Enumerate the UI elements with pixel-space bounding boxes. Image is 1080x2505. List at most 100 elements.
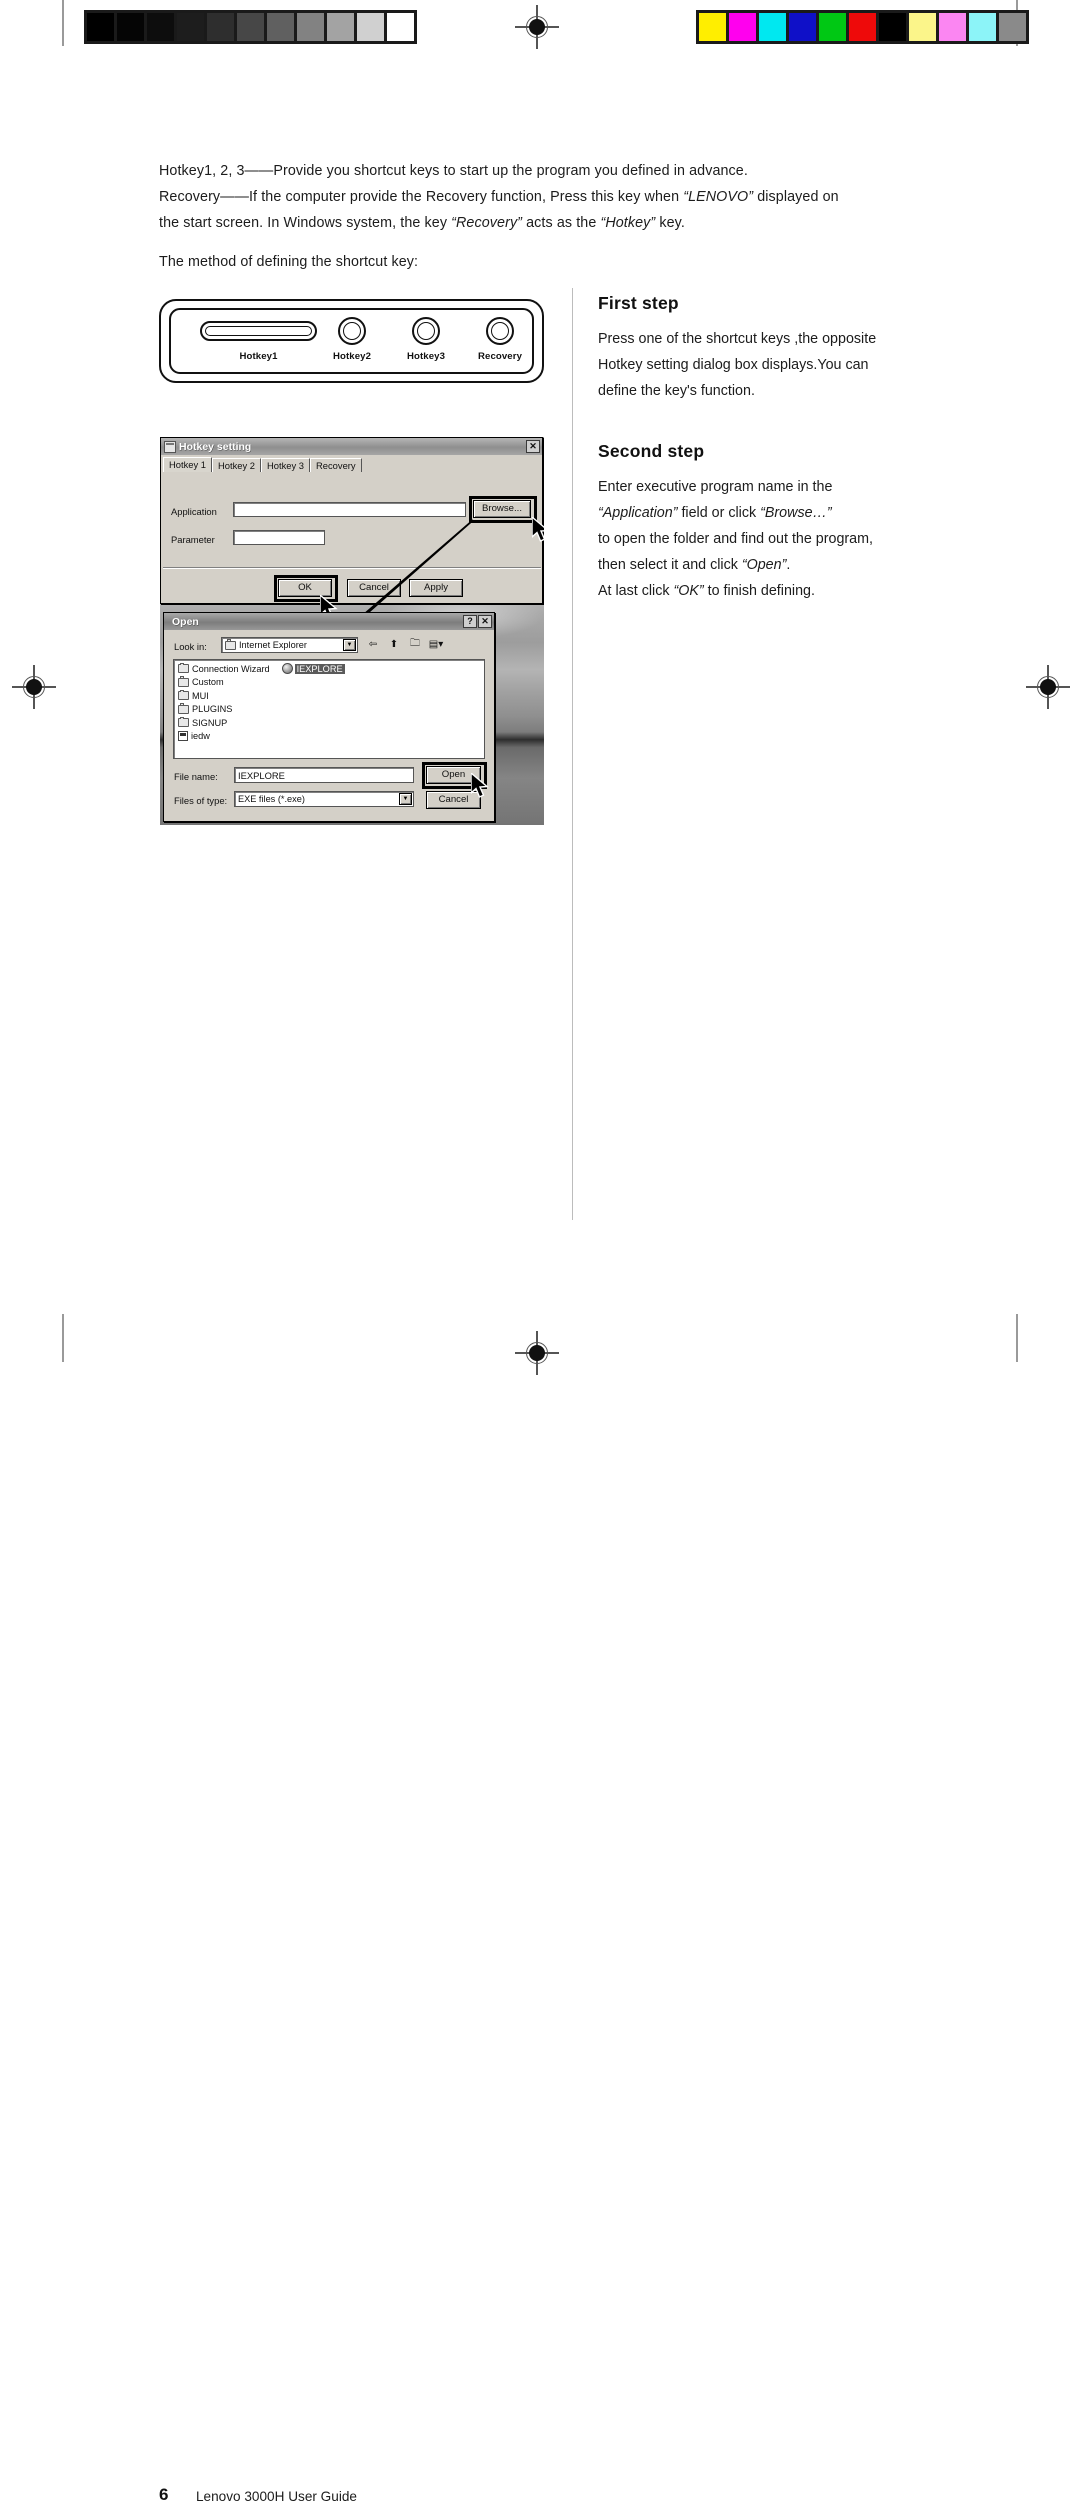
emphasis-lenovo: “LENOVO” bbox=[683, 189, 754, 205]
parameter-label: Parameter bbox=[171, 534, 215, 545]
second-step-heading: Second step bbox=[598, 441, 705, 461]
browse-highlight-box bbox=[469, 496, 537, 523]
hotkey1-key-label: Hotkey1 bbox=[239, 351, 278, 362]
first-step-line-1: Press one of the shortcut keys ,the oppo… bbox=[598, 331, 877, 347]
list-item[interactable]: SIGNUP bbox=[174, 716, 484, 730]
paragraph-recovery-cont-mid: acts as the bbox=[522, 215, 601, 231]
hotkey2-key-shape bbox=[338, 317, 366, 345]
paragraph-method: The method of defining the shortcut key: bbox=[159, 249, 919, 275]
paragraph-hotkey: Hotkey1, 2, 3——Provide you shortcut keys… bbox=[159, 158, 919, 184]
first-step-line-3: define the key's function. bbox=[598, 383, 755, 399]
file-name-input[interactable]: IEXPLORE bbox=[234, 767, 414, 783]
second-step-line-2-mid: field or click bbox=[677, 505, 761, 521]
paragraph-recovery-cont-pre: the start screen. In Windows system, the… bbox=[159, 215, 452, 231]
paragraph-method-text: The method of defining the shortcut key: bbox=[159, 254, 419, 270]
back-icon[interactable]: ⇦ bbox=[365, 637, 381, 652]
second-step-line-5-pre: At last click bbox=[598, 583, 674, 599]
application-input[interactable] bbox=[233, 502, 466, 517]
list-item[interactable]: PLUGINS bbox=[174, 703, 484, 717]
second-step-text: Enter executive program name in the “App… bbox=[598, 474, 938, 604]
folder-icon bbox=[225, 639, 236, 650]
hotkey-panel-illustration: Hotkey1 Hotkey2 Hotkey3 Recovery bbox=[159, 299, 544, 383]
emphasis-ok: “OK” bbox=[673, 583, 704, 599]
views-icon[interactable]: ▤▾ bbox=[428, 637, 444, 652]
windows-screenshot-illustration: Hotkey setting ✕ Hotkey 1 Hotkey 2 Hotke… bbox=[160, 437, 544, 825]
chevron-down-icon[interactable]: ▼ bbox=[399, 793, 412, 805]
file-name-label: File name: bbox=[174, 771, 218, 782]
folder-icon bbox=[178, 716, 189, 728]
look-in-value: Internet Explorer bbox=[239, 640, 307, 650]
recovery-key-shape bbox=[486, 317, 514, 345]
application-icon bbox=[164, 440, 176, 453]
second-step-line-1: Enter executive program name in the bbox=[598, 479, 833, 495]
tab-hotkey-3[interactable]: Hotkey 3 bbox=[261, 458, 310, 472]
page-footer: 6 Lenovo 3000H User Guide bbox=[0, 1240, 1080, 2504]
open-dialog-titlebar[interactable]: Open ? ✕ bbox=[164, 613, 494, 630]
list-item-label: Connection Wizard bbox=[192, 663, 270, 674]
new-folder-icon[interactable]: 🗀 bbox=[407, 637, 423, 652]
emphasis-browse: “Browse…” bbox=[760, 505, 832, 521]
files-of-type-label: Files of type: bbox=[174, 795, 228, 806]
hotkey2-key-label: Hotkey2 bbox=[332, 351, 372, 362]
recovery-key-label: Recovery bbox=[478, 351, 522, 362]
first-step-line-2: Hotkey setting dialog box displays.You c… bbox=[598, 357, 869, 373]
folder-icon bbox=[178, 662, 189, 674]
column-divider bbox=[572, 288, 574, 1220]
tab-hotkey-2[interactable]: Hotkey 2 bbox=[212, 458, 261, 472]
folder-icon bbox=[178, 676, 189, 687]
hotkey-tabstrip: Hotkey 1 Hotkey 2 Hotkey 3 Recovery bbox=[163, 457, 540, 472]
hotkey-dialog-titlebar[interactable]: Hotkey setting ✕ bbox=[161, 438, 542, 455]
internet-explorer-icon bbox=[281, 663, 293, 675]
list-item-label: MUI bbox=[192, 690, 209, 701]
chevron-down-icon[interactable]: ▼ bbox=[343, 639, 356, 651]
files-of-type-value: EXE files (*.exe) bbox=[238, 794, 305, 804]
first-step-heading: First step bbox=[598, 293, 679, 313]
file-icon bbox=[178, 731, 188, 742]
book-title: Lenovo 3000H User Guide bbox=[196, 2489, 357, 2504]
second-step-line-3: to open the folder and find out the prog… bbox=[598, 531, 874, 547]
emphasis-recovery: “Recovery” bbox=[451, 215, 523, 231]
look-in-label: Look in: bbox=[174, 641, 207, 652]
open-dialog-title: Open bbox=[172, 615, 199, 628]
list-item-label-selected[interactable]: IEXPLORE bbox=[294, 663, 345, 674]
cancel-button[interactable]: Cancel bbox=[347, 579, 401, 597]
application-label: Application bbox=[171, 506, 217, 517]
second-step-line-4-pre: then select it and click bbox=[598, 557, 742, 573]
file-listbox[interactable]: Connection Wizard IEXPLORE Custom MUI PL… bbox=[173, 659, 485, 759]
look-in-combobox[interactable]: Internet Explorer ▼ bbox=[221, 637, 358, 653]
emphasis-application: “Application” bbox=[598, 505, 678, 521]
paragraph-recovery-post: displayed on bbox=[753, 189, 839, 205]
hotkey1-key-shape bbox=[200, 321, 317, 341]
close-icon[interactable]: ✕ bbox=[526, 440, 540, 453]
page-number: 6 bbox=[159, 2485, 169, 2504]
list-item-label: Custom bbox=[192, 677, 224, 688]
up-one-level-icon[interactable]: ⬆ bbox=[386, 637, 402, 652]
paragraph-recovery-pre: Recovery——If the computer provide the Re… bbox=[159, 189, 684, 205]
paragraph-recovery: Recovery——If the computer provide the Re… bbox=[159, 184, 919, 210]
help-icon[interactable]: ? bbox=[463, 615, 477, 628]
list-item[interactable]: MUI bbox=[174, 689, 484, 703]
list-item-label: SIGNUP bbox=[192, 717, 228, 728]
open-file-dialog: Open ? ✕ Look in: Internet Explorer ▼ ⇦ … bbox=[163, 612, 495, 822]
files-of-type-combobox[interactable]: EXE files (*.exe) ▼ bbox=[234, 791, 414, 807]
folder-icon bbox=[178, 689, 189, 701]
list-item[interactable]: Connection Wizard IEXPLORE bbox=[174, 662, 484, 676]
emphasis-hotkey: “Hotkey” bbox=[600, 215, 656, 231]
page-content: Hotkey1, 2, 3——Provide you shortcut keys… bbox=[0, 0, 1080, 2504]
emphasis-open: “Open” bbox=[741, 557, 787, 573]
tab-recovery[interactable]: Recovery bbox=[310, 458, 362, 472]
tab-hotkey-1[interactable]: Hotkey 1 bbox=[163, 457, 212, 472]
list-item-label: iedw bbox=[191, 731, 210, 742]
hotkey-dialog-footer-separator bbox=[163, 567, 541, 568]
list-item-label: PLUGINS bbox=[192, 704, 233, 715]
paragraph-recovery-cont: the start screen. In Windows system, the… bbox=[159, 210, 919, 236]
second-step-line-4-post: . bbox=[786, 557, 791, 573]
apply-button[interactable]: Apply bbox=[409, 579, 463, 597]
list-item[interactable]: Custom bbox=[174, 676, 484, 690]
hotkey-dialog-title: Hotkey setting bbox=[179, 440, 252, 453]
parameter-input[interactable] bbox=[233, 530, 325, 545]
close-icon[interactable]: ✕ bbox=[478, 615, 492, 628]
list-item[interactable]: iedw bbox=[174, 730, 484, 744]
hotkey3-key-label: Hotkey3 bbox=[406, 351, 446, 362]
first-step-text: Press one of the shortcut keys ,the oppo… bbox=[598, 326, 928, 404]
